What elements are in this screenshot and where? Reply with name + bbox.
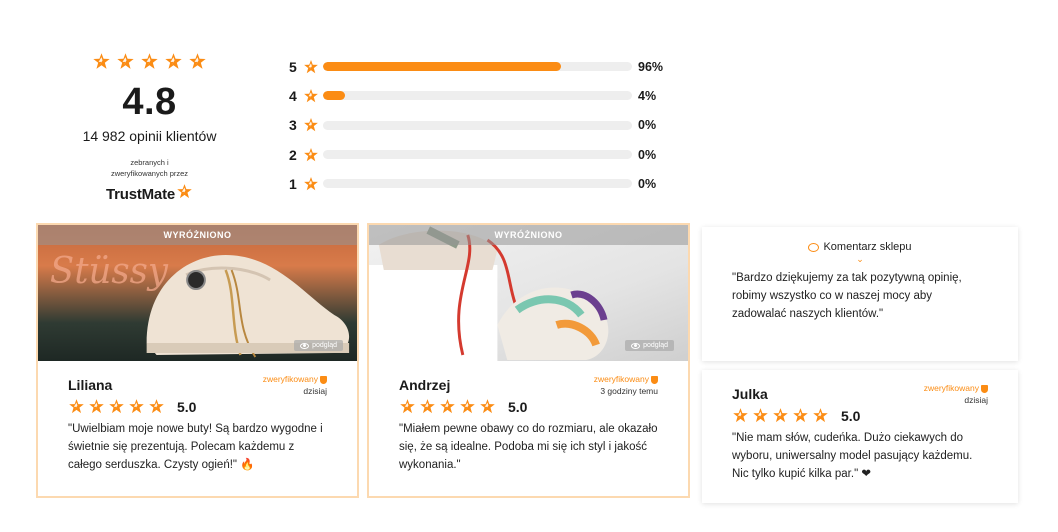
- star-icon: [732, 407, 749, 424]
- distribution-bar: [323, 150, 632, 160]
- distribution-row[interactable]: 4 4%: [289, 81, 669, 110]
- rating-level: 1: [289, 175, 297, 192]
- preview-button[interactable]: podgląd: [625, 340, 674, 351]
- reviews-count: 14 982 opinii klientów: [82, 128, 217, 144]
- review-photo[interactable]: Stüssy WYRÓŻNIONO podgląd: [38, 225, 357, 361]
- rating-level: 3: [289, 117, 297, 134]
- review-score: 5.0: [508, 398, 528, 415]
- svg-text:Stüssy: Stüssy: [50, 251, 169, 292]
- review-photo[interactable]: WYRÓŻNIONO podgląd: [369, 225, 688, 361]
- star-icon: [459, 398, 476, 415]
- star-icon: [303, 117, 319, 133]
- star-icon: [419, 398, 436, 415]
- distribution-percent: 0%: [638, 176, 657, 191]
- eye-icon: [631, 342, 641, 349]
- distribution-percent: 0%: [638, 147, 657, 162]
- chevron-down-icon[interactable]: ⌄: [732, 254, 988, 264]
- trustmate-logo[interactable]: TrustMate: [106, 186, 193, 203]
- distribution-bar-fill: [323, 62, 561, 72]
- star-icon: [792, 407, 809, 424]
- star-icon: [176, 183, 193, 200]
- star-icon: [108, 398, 125, 415]
- distribution-bar: [323, 62, 632, 72]
- preview-button[interactable]: podgląd: [294, 340, 343, 351]
- shield-icon: [320, 375, 327, 384]
- rating-level: 5: [289, 58, 297, 75]
- distribution-percent: 96%: [638, 59, 664, 74]
- review-text: "Uwielbiam moje nowe buty! Są bardzo wyg…: [68, 423, 323, 471]
- verified-label: zweryfikowany: [923, 383, 979, 393]
- shop-comment-card: Komentarz sklepu ⌄ "Bardzo dziękujemy za…: [702, 227, 1018, 361]
- distribution-bar: [323, 91, 632, 101]
- rating-distribution: 5 96% 4 4% 3 0% 2 0% 1 0%: [289, 52, 669, 198]
- shop-comment-text: "Bardzo dziękujemy za tak pozytywną opin…: [732, 272, 962, 320]
- collected-label: zebranych i zweryfikowanych przez: [110, 158, 189, 178]
- rating-summary: 4.8 14 982 opinii klientów zebranych i zw…: [72, 52, 227, 204]
- distribution-row[interactable]: 1 0%: [289, 169, 669, 198]
- star-icon: [88, 398, 105, 415]
- rating-level: 4: [289, 87, 297, 104]
- review-card: WYRÓŻNIONO podgląd Andrzej zweryfikowany…: [367, 223, 690, 498]
- review-stars: 5.0: [732, 407, 988, 424]
- star-icon: [772, 407, 789, 424]
- distribution-row[interactable]: 2 0%: [289, 140, 669, 169]
- verified-label: zweryfikowany: [593, 374, 649, 384]
- verified-badge: zweryfikowany dzisiaj: [263, 374, 327, 396]
- star-icon: [439, 398, 456, 415]
- review-stars: 5.0: [68, 398, 327, 415]
- star-icon: [812, 407, 829, 424]
- featured-badge: WYRÓŻNIONO: [38, 225, 357, 245]
- distribution-bar-fill: [323, 91, 345, 101]
- verified-label: zweryfikowany: [262, 374, 318, 384]
- star-icon: [92, 52, 111, 71]
- summary-stars: [72, 52, 227, 71]
- shop-comment-header: Komentarz sklepu: [732, 241, 988, 253]
- shop-comment-title: Komentarz sklepu: [823, 241, 912, 253]
- verified-badge: zweryfikowany 3 godziny temu: [594, 374, 658, 396]
- eye-icon: [300, 342, 310, 349]
- star-icon: [399, 398, 416, 415]
- star-icon: [303, 59, 319, 75]
- distribution-percent: 0%: [638, 118, 657, 133]
- review-text: "Nie mam słów, cudeńka. Dużo ciekawych d…: [732, 432, 973, 480]
- star-icon: [140, 52, 159, 71]
- distribution-percent: 4%: [638, 88, 657, 103]
- star-icon: [148, 398, 165, 415]
- preview-label: podgląd: [643, 342, 668, 349]
- star-icon: [116, 52, 135, 71]
- review-text: "Miałem pewne obawy co do rozmiaru, ale …: [399, 423, 658, 471]
- shield-icon: [651, 375, 658, 384]
- star-icon: [164, 52, 183, 71]
- star-icon: [303, 176, 319, 192]
- review-card: Stüssy WYRÓŻNIONO podgląd Liliana zweryf…: [36, 223, 359, 498]
- star-icon: [479, 398, 496, 415]
- preview-label: podgląd: [312, 342, 337, 349]
- review-score: 5.0: [177, 398, 197, 415]
- star-icon: [188, 52, 207, 71]
- star-icon: [303, 88, 319, 104]
- review-date: dzisiaj: [964, 395, 988, 405]
- review-card: Julka zweryfikowany dzisiaj 5.0 "Nie mam…: [702, 370, 1018, 503]
- distribution-row[interactable]: 5 96%: [289, 52, 669, 81]
- average-rating: 4.8: [122, 81, 177, 123]
- brand-name: TrustMate: [105, 185, 176, 203]
- star-icon: [752, 407, 769, 424]
- comment-bubble-icon: [808, 242, 820, 252]
- featured-badge: WYRÓŻNIONO: [369, 225, 688, 245]
- star-icon: [303, 147, 319, 163]
- distribution-bar: [323, 179, 632, 189]
- distribution-bar: [323, 120, 632, 130]
- review-score: 5.0: [841, 407, 861, 424]
- star-icon: [68, 398, 85, 415]
- review-stars: 5.0: [399, 398, 658, 415]
- review-date: 3 godziny temu: [600, 386, 658, 396]
- star-icon: [128, 398, 145, 415]
- distribution-row[interactable]: 3 0%: [289, 111, 669, 140]
- review-date: dzisiaj: [303, 386, 327, 396]
- rating-level: 2: [289, 146, 297, 163]
- shield-icon: [981, 384, 988, 393]
- verified-badge: zweryfikowany dzisiaj: [924, 383, 988, 405]
